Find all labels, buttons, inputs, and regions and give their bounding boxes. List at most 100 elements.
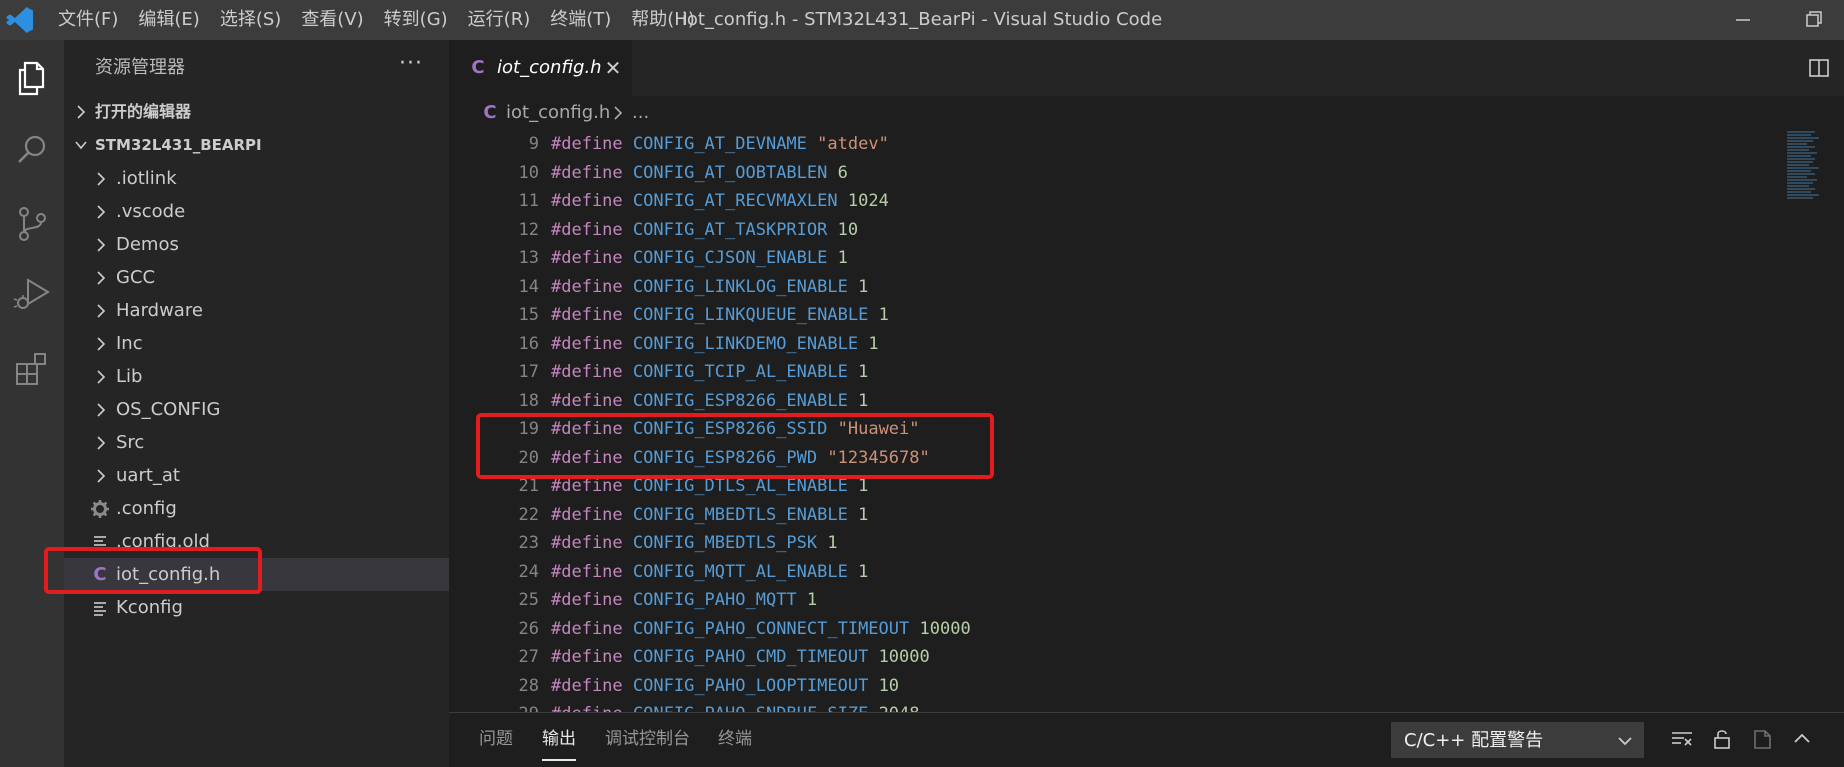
define-keyword: #define <box>551 476 623 496</box>
code-line[interactable]: 27 #define CONFIG_PAHO_CMD_TIMEOUT 10000 <box>449 643 1769 672</box>
tree-folder-demos[interactable]: Demos <box>64 228 449 261</box>
tree-folder-os-config[interactable]: OS_CONFIG <box>64 393 449 426</box>
tree-folder-hardware[interactable]: Hardware <box>64 294 449 327</box>
macro-value: 1 <box>868 333 879 354</box>
open-log-file-icon[interactable] <box>1749 726 1775 752</box>
more-actions-icon[interactable]: ··· <box>397 53 425 82</box>
code-line[interactable]: 24 #define CONFIG_MQTT_AL_ENABLE 1 <box>449 558 1769 587</box>
code-line[interactable]: 22 #define CONFIG_MBEDTLS_ENABLE 1 <box>449 501 1769 530</box>
extensions-icon[interactable] <box>8 344 56 392</box>
tree-folder-vscode[interactable]: .vscode <box>64 195 449 228</box>
run-debug-icon[interactable] <box>8 270 56 318</box>
menu-run[interactable]: 运行(R) <box>458 0 541 40</box>
breadcrumb-more[interactable]: ... <box>632 96 649 130</box>
define-keyword: #define <box>551 248 623 268</box>
tree-file-config[interactable]: .config <box>64 492 449 525</box>
code-line[interactable]: 28 #define CONFIG_PAHO_LOOPTIMEOUT 10 <box>449 672 1769 701</box>
code-line[interactable]: 23 #define CONFIG_MBEDTLS_PSK 1 <box>449 529 1769 558</box>
code-line[interactable]: 9 #define CONFIG_AT_DEVNAME "atdev" <box>449 130 1769 159</box>
lock-icon[interactable] <box>1709 726 1735 752</box>
restore-icon[interactable] <box>1782 0 1842 40</box>
tree-file-config-old[interactable]: .config.old <box>64 525 449 558</box>
code-line[interactable]: 10 #define CONFIG_AT_OOBTABLEN 6 <box>449 159 1769 188</box>
code-editor[interactable]: 9 #define CONFIG_AT_DEVNAME "atdev" 10 #def… <box>449 130 1769 712</box>
menu-view[interactable]: 查看(V) <box>291 0 373 40</box>
macro-name: CONFIG_PAHO_CMD_TIMEOUT <box>632 647 869 667</box>
tree-file-iot-config-h[interactable]: C iot_config.h <box>64 558 449 591</box>
define-keyword: #define <box>551 447 623 468</box>
breadcrumb-file[interactable]: iot_config.h <box>506 96 610 130</box>
code-line[interactable]: 14 #define CONFIG_LINKLOG_ENABLE 1 <box>449 273 1769 302</box>
code-line[interactable]: 17 #define CONFIG_TCIP_AL_ENABLE 1 <box>449 358 1769 387</box>
search-icon[interactable] <box>8 126 56 174</box>
output-channel-value: C/C++ 配置警告 <box>1404 730 1544 751</box>
macro-value: 1 <box>878 305 889 325</box>
tree-folder-uart-at[interactable]: uart_at <box>64 459 449 492</box>
define-keyword: #define <box>551 305 623 325</box>
macro-value: 1 <box>837 248 848 268</box>
code-line[interactable]: 15 #define CONFIG_LINKQUEUE_ENABLE 1 <box>449 301 1769 330</box>
open-editors-label: 打开的编辑器 <box>95 102 192 121</box>
editor-area: C iot_config.h ✕ C iot_config.h ... 9 #de… <box>449 40 1844 712</box>
code-line[interactable]: 29 #define CONFIG_PAHO_SNDBUF_SIZE 2048 <box>449 700 1769 712</box>
line-number: 13 <box>518 248 539 268</box>
split-editor-icon[interactable] <box>1805 54 1833 82</box>
close-icon[interactable]: ✕ <box>601 56 625 80</box>
code-line[interactable]: 20 #define CONFIG_ESP8266_PWD "12345678" <box>449 444 1769 473</box>
tree-file-kconfig[interactable]: Kconfig <box>64 591 449 624</box>
macro-name: CONFIG_ESP8266_PWD <box>632 447 818 468</box>
code-line[interactable]: 16 #define CONFIG_LINKDEMO_ENABLE 1 <box>449 330 1769 359</box>
menu-go[interactable]: 转到(G) <box>374 0 458 40</box>
macro-value: 1 <box>858 476 869 496</box>
chevron-up-icon[interactable] <box>1789 726 1815 752</box>
code-line[interactable]: 13 #define CONFIG_CJSON_ENABLE 1 <box>449 244 1769 273</box>
minimize-icon[interactable] <box>1712 0 1772 40</box>
minimap[interactable] <box>1785 130 1835 210</box>
tree-folder-inc[interactable]: Inc <box>64 327 449 360</box>
tree-folder-iotlink[interactable]: .iotlink <box>64 162 449 195</box>
code-line[interactable]: 18 #define CONFIG_ESP8266_ENABLE 1 <box>449 387 1769 416</box>
code-line[interactable]: 25 #define CONFIG_PAHO_MQTT 1 <box>449 586 1769 615</box>
code-line[interactable]: 12 #define CONFIG_AT_TASKPRIOR 10 <box>449 216 1769 245</box>
code-line[interactable]: 21 #define CONFIG_DTLS_AL_ENABLE 1 <box>449 472 1769 501</box>
macro-name: CONFIG_PAHO_SNDBUF_SIZE <box>633 704 868 712</box>
project-section[interactable]: STM32L431_BEARPI <box>64 129 449 161</box>
code-text: #define CONFIG_MBEDTLS_PSK 1 <box>551 529 838 558</box>
tree-item-label: .vscode <box>116 201 186 222</box>
define-keyword: #define <box>551 675 623 696</box>
source-control-icon[interactable] <box>8 200 56 248</box>
tab-iot-config-h[interactable]: C iot_config.h ✕ <box>449 40 632 96</box>
tree-item-label: .iotlink <box>116 168 177 189</box>
tree-folder-lib[interactable]: Lib <box>64 360 449 393</box>
code-text: #define CONFIG_LINKQUEUE_ENABLE 1 <box>551 301 889 330</box>
macro-name: CONFIG_MBEDTLS_PSK <box>632 533 818 553</box>
define-keyword: #define <box>551 533 623 553</box>
panel-tab-terminal[interactable]: 终端 <box>718 713 752 767</box>
tree-folder-src[interactable]: Src <box>64 426 449 459</box>
menu-file[interactable]: 文件(F) <box>48 0 128 40</box>
menu-terminal[interactable]: 终端(T) <box>540 0 621 40</box>
c-file-icon: C <box>483 102 497 123</box>
line-number: 23 <box>518 533 539 553</box>
line-number: 9 <box>528 134 539 154</box>
menu-help[interactable]: 帮助(H) <box>621 0 705 40</box>
panel-tab-output[interactable]: 输出 <box>542 713 576 761</box>
code-text: #define CONFIG_CJSON_ENABLE 1 <box>551 244 848 273</box>
menu-edit[interactable]: 编辑(E) <box>128 0 209 40</box>
code-line[interactable]: 19 #define CONFIG_ESP8266_SSID "Huawei" <box>449 415 1769 444</box>
panel-tab-problems[interactable]: 问题 <box>479 713 513 767</box>
chevron-right-icon <box>97 304 106 318</box>
macro-value: 1024 <box>847 191 889 211</box>
code-line[interactable]: 26 #define CONFIG_PAHO_CONNECT_TIMEOUT 10… <box>449 615 1769 644</box>
tab-bar: C iot_config.h ✕ <box>449 40 1844 96</box>
chevron-right-icon <box>97 172 106 186</box>
code-line[interactable]: 11 #define CONFIG_AT_RECVMAXLEN 1024 <box>449 187 1769 216</box>
tree-folder-gcc[interactable]: GCC <box>64 261 449 294</box>
code-text: #define CONFIG_AT_RECVMAXLEN 1024 <box>551 187 889 216</box>
menu-selection[interactable]: 选择(S) <box>210 0 291 40</box>
output-channel-select[interactable]: C/C++ 配置警告 <box>1391 722 1644 758</box>
clear-output-icon[interactable] <box>1669 726 1695 752</box>
explorer-icon[interactable] <box>8 54 56 102</box>
panel-tab-debug-console[interactable]: 调试控制台 <box>605 713 690 767</box>
open-editors-section[interactable]: 打开的编辑器 <box>64 96 449 128</box>
